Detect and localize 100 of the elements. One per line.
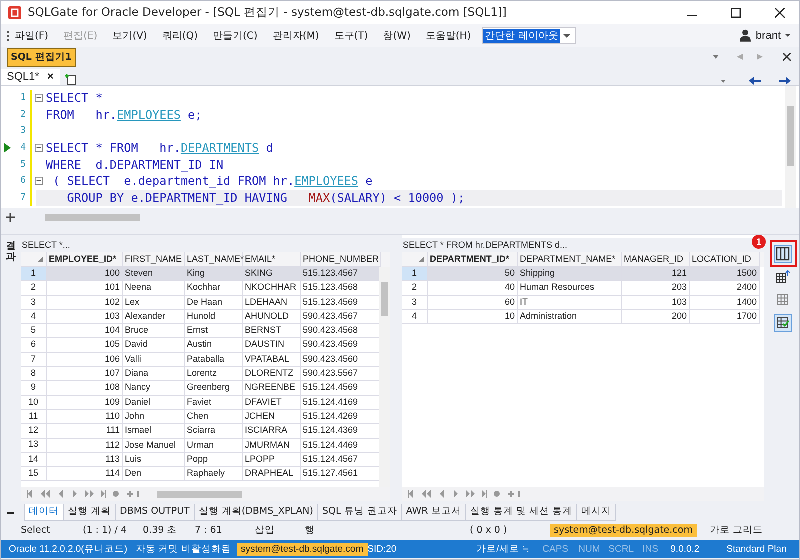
- row-number[interactable]: 7: [21, 352, 47, 368]
- table-cell: Luis: [123, 452, 185, 468]
- row-number[interactable]: 6: [21, 338, 47, 353]
- callout-badge: 1: [752, 235, 766, 249]
- table-cell: DAUSTIN: [243, 338, 301, 353]
- code-line: SELECT * FROM hr.DEPARTMENTS d: [46, 141, 274, 156]
- editor-tab[interactable]: SQL1* ×: [1, 69, 60, 85]
- table-arrow-icon[interactable]: [774, 268, 792, 286]
- maximize-icon[interactable]: [731, 8, 741, 18]
- info-text: ( 0 x 0 ): [470, 524, 508, 536]
- row-number[interactable]: 13: [21, 438, 47, 453]
- close-icon[interactable]: [783, 53, 791, 61]
- status-text: INS: [642, 544, 660, 554]
- table-cell: JMURMAN: [243, 438, 301, 453]
- line-number: 3: [20, 126, 26, 136]
- table-cell: 114: [47, 467, 123, 482]
- close-icon[interactable]: [775, 8, 785, 18]
- table-cell: 102: [47, 296, 123, 310]
- table-cell: Raphaely: [185, 467, 243, 482]
- table-cell: Urman: [185, 438, 243, 453]
- menu-item[interactable]: 만들기(C): [213, 28, 258, 42]
- result-tab[interactable]: 실행 통계 및 세션 통계: [465, 504, 578, 521]
- menu-item[interactable]: 보기(V): [112, 28, 148, 42]
- table-cell: Lorentz: [185, 367, 243, 382]
- line-number: 4: [20, 143, 26, 154]
- sort-icon[interactable]: [38, 256, 43, 262]
- table-cell: 100: [47, 267, 123, 282]
- table-cell: Diana: [123, 367, 185, 382]
- table-cell: SKING: [243, 267, 301, 282]
- result-tab[interactable]: 메시지: [576, 504, 616, 521]
- table-cell: Alexander: [123, 310, 185, 324]
- row-number[interactable]: 1: [402, 267, 428, 282]
- sort-icon[interactable]: [419, 256, 424, 262]
- result-tab[interactable]: 실행 계획(DBMS_XPLAN): [194, 504, 318, 521]
- columns-icon[interactable]: [774, 245, 792, 263]
- row-number[interactable]: 15: [21, 467, 47, 482]
- table-check-icon[interactable]: [774, 314, 792, 332]
- navigation-buttons-drawing[interactable]: [408, 490, 520, 498]
- table-cell: JCHEN: [243, 410, 301, 424]
- line-number: 6: [20, 176, 26, 186]
- table-cell: 112: [47, 438, 123, 453]
- result-tab[interactable]: DBMS OUTPUT: [115, 504, 195, 521]
- row-number[interactable]: 4: [21, 310, 47, 324]
- row-number[interactable]: 11: [21, 410, 47, 424]
- table-cell: Hunold: [185, 310, 243, 324]
- menu-item[interactable]: 파일(F): [15, 28, 49, 42]
- table-cell: 103: [622, 296, 690, 310]
- split-icon[interactable]: [6, 212, 15, 222]
- row-number[interactable]: 12: [21, 424, 47, 439]
- vertical-scrollbar[interactable]: [785, 86, 796, 208]
- row-number[interactable]: 14: [21, 452, 47, 468]
- table-cell: 40: [428, 281, 518, 296]
- menu-item[interactable]: 쿼리(Q): [162, 28, 198, 42]
- table-cell: LDEHAAN: [243, 296, 301, 310]
- result-tab[interactable]: 실행 계획: [63, 504, 116, 521]
- result-tab[interactable]: AWR 보고서: [401, 504, 466, 521]
- menu-item[interactable]: 관리자(M): [272, 28, 320, 42]
- row-number[interactable]: 8: [21, 367, 47, 382]
- row-number[interactable]: 1: [21, 267, 47, 282]
- row-number[interactable]: 3: [21, 296, 47, 310]
- layout-dropdown[interactable]: 간단한 레이아웃: [482, 27, 576, 44]
- table-cell: Neena: [123, 281, 185, 296]
- table-cell: 50: [428, 267, 518, 282]
- fold-icon[interactable]: [35, 144, 43, 152]
- table-cell: Steven: [123, 267, 185, 282]
- table-cell: 109: [47, 396, 123, 410]
- table-cell: 113: [47, 452, 123, 468]
- table-cell: 2400: [690, 281, 760, 296]
- code-line: GROUP BY e.DEPARTMENT_ID HAVING MAX(SALARY) < 10000 );: [66, 190, 466, 205]
- menu-item[interactable]: 도구(T): [334, 28, 368, 42]
- arrows-icon[interactable]: [721, 77, 791, 85]
- row-number[interactable]: 4: [402, 310, 428, 324]
- fold-icon[interactable]: [35, 177, 43, 186]
- row-number[interactable]: 5: [21, 324, 47, 338]
- status-text: Oracle 11.2.0.2.0(유니코드): [9, 542, 129, 556]
- info-text: (1 : 1) / 4: [83, 524, 128, 536]
- fold-icon[interactable]: [35, 94, 43, 102]
- new-tab-icon[interactable]: [64, 73, 77, 85]
- table-cell: AHUNOLD: [243, 310, 301, 324]
- table-cell: Pataballa: [185, 352, 243, 368]
- document-tab[interactable]: SQL 편집기1: [7, 48, 76, 66]
- table-cell: Lex: [123, 296, 185, 310]
- result-tab[interactable]: SQL 튜닝 권고자: [317, 504, 402, 521]
- menu-item[interactable]: 창(W): [383, 28, 411, 42]
- result-tab[interactable]: 데이터: [24, 504, 64, 521]
- table-cell: 10: [428, 310, 518, 324]
- status-text: 자동 커밋 비활성화됨: [136, 542, 232, 556]
- vertical-scrollbar[interactable]: [379, 267, 390, 487]
- row-number[interactable]: 9: [21, 381, 47, 396]
- table-cell: David: [123, 338, 185, 353]
- navigation-buttons-drawing[interactable]: [27, 490, 139, 498]
- menu-item[interactable]: 도움말(H): [426, 28, 472, 42]
- row-number[interactable]: 3: [402, 296, 428, 310]
- user-menu[interactable]: brant: [756, 30, 781, 42]
- table-cell: Greenberg: [185, 381, 243, 396]
- row-number[interactable]: 2: [21, 281, 47, 296]
- row-number[interactable]: 10: [21, 396, 47, 410]
- table-cell: 106: [47, 352, 123, 368]
- table-cell: 203: [622, 281, 690, 296]
- row-number[interactable]: 2: [402, 281, 428, 296]
